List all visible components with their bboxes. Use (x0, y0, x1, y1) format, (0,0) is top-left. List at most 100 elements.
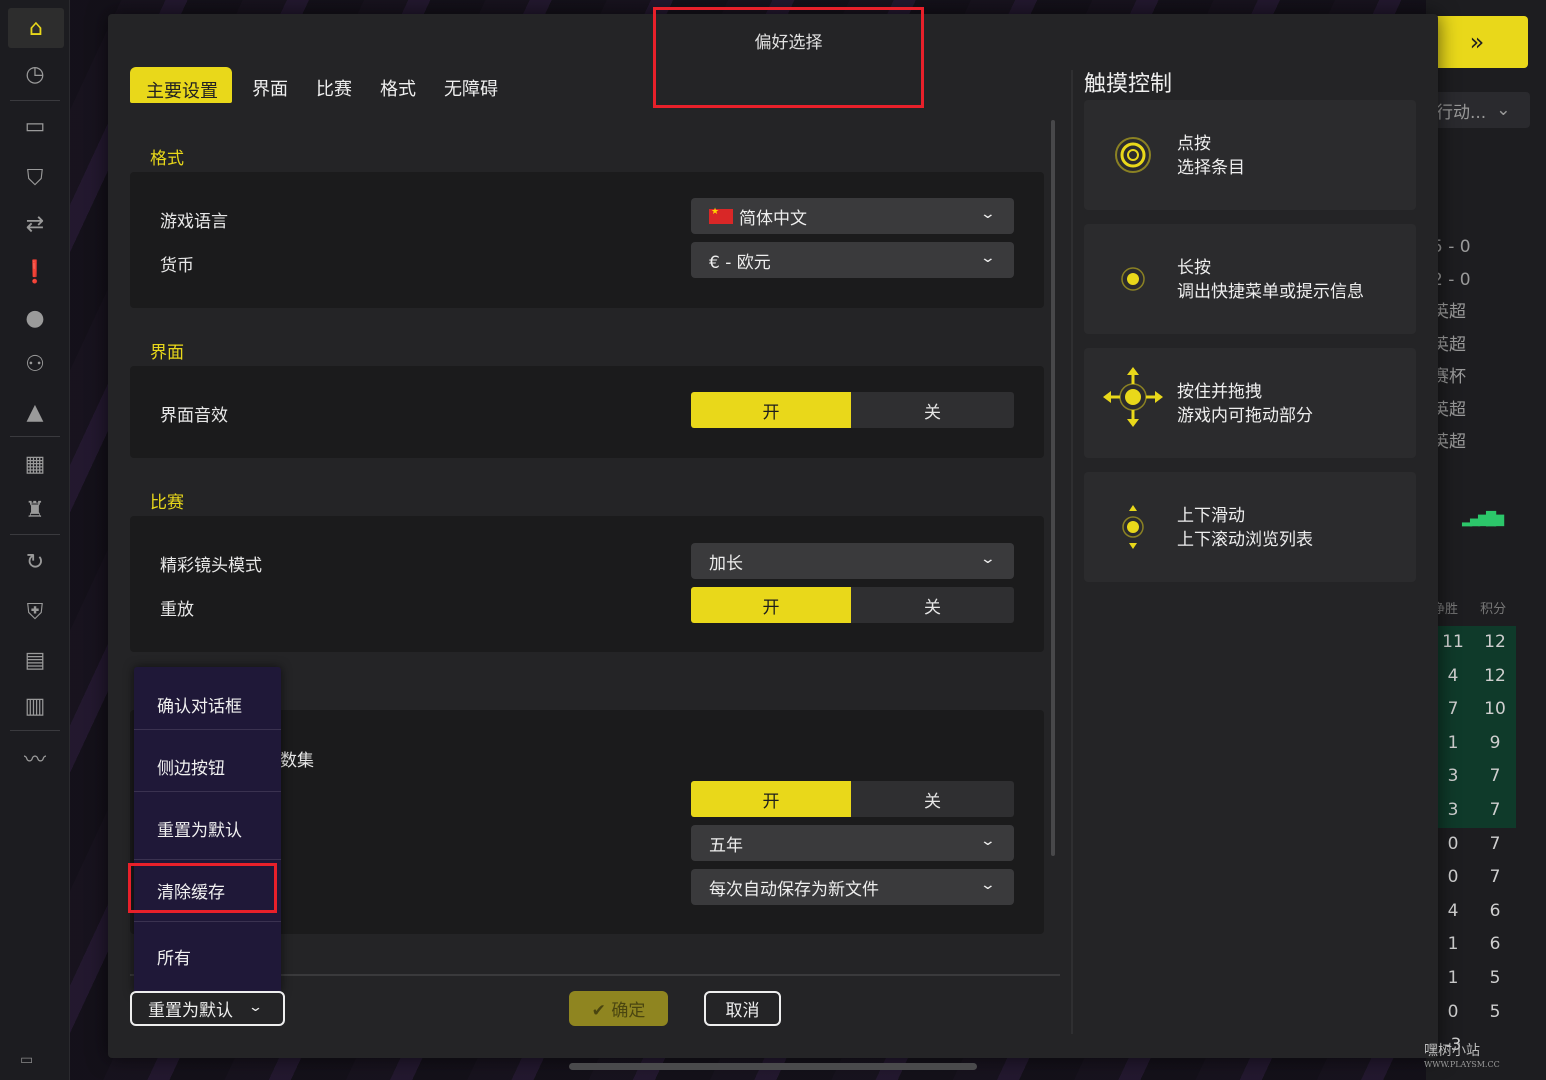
duration-dropdown[interactable]: 五年 ⌄ (691, 825, 1014, 861)
tactics-icon[interactable]: ▲ (15, 394, 55, 430)
chevron-down-icon: ⌄ (979, 206, 997, 222)
touch-item-desc: 游戏内可拖动部分 (1177, 406, 1313, 426)
action-dropdown[interactable]: 行动... ⌄ (1426, 92, 1530, 128)
refresh-icon[interactable]: ↻ (15, 544, 55, 580)
home-icon[interactable]: ⌂ (8, 8, 64, 48)
horizontal-scrollbar[interactable] (569, 1063, 977, 1070)
tab-main-settings[interactable]: 主要设置 (130, 67, 232, 103)
format-card (130, 172, 1044, 308)
toggle-off-button[interactable]: 关 (851, 587, 1014, 623)
table-row: 07 (1432, 828, 1516, 862)
touch-item-title: 按住并拖拽 (1177, 382, 1262, 402)
briefcase-icon[interactable]: ▤ (15, 642, 55, 678)
tab-match[interactable]: 比赛 (308, 67, 360, 103)
table-cell: 0 (1447, 867, 1459, 888)
replay-label: 重放 (160, 600, 194, 620)
money-icon[interactable]: ▥ (15, 688, 55, 724)
table-cell: 9 (1489, 732, 1501, 753)
chart-icon[interactable]: 〰 (15, 740, 55, 776)
tab-format[interactable]: 格式 (372, 67, 424, 103)
league-table: 11 12 4 12 7 10 1 9 3 7 3 7 0 7 0 7 4 6 1 6 1 5 0 5 -3 (1432, 626, 1516, 1063)
dialog-title: 偏好选择 (754, 33, 823, 53)
dialog-title-highlight: 偏好选择 (653, 7, 924, 108)
table-cell: 6 (1489, 900, 1501, 921)
table-row: 16 (1432, 928, 1516, 962)
touch-card-drag: 按住并拖拽 游戏内可拖动部分 (1084, 348, 1416, 458)
toggle-on-button[interactable]: 开 (691, 392, 851, 428)
chevron-down-icon: ⌄ (979, 833, 997, 849)
menu-item-reset-default[interactable]: 重置为默认 (157, 816, 242, 841)
shield-icon[interactable]: ⛨ (15, 594, 55, 630)
section-title-format: 格式 (150, 149, 184, 169)
menu-item-side-buttons[interactable]: 侧边按钮 (157, 754, 225, 779)
touch-item-title: 点按 (1177, 134, 1211, 154)
table-row: 4 12 (1432, 659, 1516, 694)
rail-divider (10, 730, 60, 731)
table-cell: 1 (1447, 732, 1459, 753)
list-item: 英超 (1432, 399, 1466, 420)
toggle-off-button[interactable]: 关 (851, 392, 1014, 428)
device-icon: ▭ (20, 1052, 34, 1068)
replay-toggle: 开 关 (691, 587, 1014, 623)
duration-value: 五年 (709, 835, 743, 856)
calendar-icon[interactable]: ▦ (15, 446, 55, 482)
menu-divider (134, 729, 281, 730)
section-title-interface: 界面 (150, 343, 184, 363)
autosave-dropdown[interactable]: 每次自动保存为新文件 ⌄ (691, 869, 1014, 905)
table-row: 05 (1432, 996, 1516, 1030)
settings-scrollbar[interactable] (1051, 120, 1055, 856)
info-icon[interactable]: ❗ (15, 254, 55, 290)
chevron-down-icon: ⌄ (1496, 100, 1511, 120)
interface-sound-label: 界面音效 (160, 406, 228, 426)
confirm-button[interactable]: ✔ 确定 (569, 991, 668, 1026)
menu-item-all[interactable]: 所有 (157, 944, 191, 969)
watermark-text: 嘿树小站 (1424, 1043, 1480, 1059)
table-cell: 7 (1489, 833, 1501, 854)
touch-item-title: 长按 (1177, 258, 1211, 278)
clock-icon[interactable]: ◷ (15, 56, 55, 92)
tab-bar: 主要设置 界面 比赛 格式 无障碍 (130, 66, 518, 104)
toggle-off-button[interactable]: 关 (851, 781, 1014, 817)
table-cell: 7 (1447, 699, 1459, 720)
shirt-icon[interactable]: ⛉ (15, 160, 55, 196)
toggle-on-button[interactable]: 开 (691, 781, 851, 817)
cancel-button[interactable]: 取消 (704, 991, 781, 1026)
transfer-icon[interactable]: ⇄ (15, 206, 55, 242)
inbox-icon[interactable]: ▭ (15, 108, 55, 144)
ball-icon[interactable]: ● (15, 300, 55, 336)
double-chevron-icon: » (1469, 28, 1485, 56)
table-row: 46 (1432, 895, 1516, 929)
currency-dropdown[interactable]: € - 欧元 ⌄ (691, 242, 1014, 278)
table-cell: 6 (1489, 934, 1501, 955)
language-label: 游戏语言 (160, 212, 228, 232)
reset-options-menu: 确认对话框 侧边按钮 重置为默认 清除缓存 所有 (134, 667, 281, 993)
touch-card-swipe: 上下滑动 上下滚动浏览列表 (1084, 472, 1416, 582)
menu-item-confirm-dialogs[interactable]: 确认对话框 (157, 692, 242, 717)
trophy-icon[interactable]: ♜ (15, 492, 55, 528)
table-cell: 11 (1442, 632, 1464, 652)
left-nav-rail: ⌂ ◷ ▭ ⛉ ⇄ ❗ ● ⚇ ▲ ▦ ♜ ↻ ⛨ ▤ ▥ 〰 (0, 0, 70, 1080)
watermark-url: WWW.PLAYSM.CC (1424, 1060, 1500, 1069)
reset-default-button[interactable]: 重置为默认 ⌄ (130, 991, 285, 1026)
rail-divider (10, 436, 60, 437)
language-dropdown[interactable]: 简体中文 ⌄ (691, 198, 1014, 234)
table-cell: 1 (1447, 967, 1459, 988)
tab-interface[interactable]: 界面 (244, 67, 296, 103)
tab-accessibility[interactable]: 无障碍 (436, 67, 506, 103)
table-row: 19 (1432, 726, 1516, 761)
autosave-value: 每次自动保存为新文件 (709, 879, 879, 900)
list-item: 英超 (1432, 302, 1466, 322)
table-cell: 12 (1484, 665, 1506, 686)
touch-item-text: 长按 调出快捷菜单或提示信息 (1177, 256, 1364, 304)
table-cell: 7 (1489, 867, 1501, 888)
toggle-on-button[interactable]: 开 (691, 587, 851, 623)
results-list: 5 - 0 2 - 0 英超 英超 赛杯 英超 英超 (1432, 234, 1512, 462)
continue-button[interactable]: » (1426, 16, 1528, 68)
list-item: 英超 (1432, 432, 1466, 452)
table-cell: 7 (1489, 799, 1501, 820)
table-cell: 0 (1447, 1001, 1459, 1022)
currency-value: € - 欧元 (709, 252, 771, 273)
people-icon[interactable]: ⚇ (15, 346, 55, 382)
highlight-mode-dropdown[interactable]: 加长 ⌄ (691, 543, 1014, 579)
touch-item-desc: 调出快捷菜单或提示信息 (1177, 282, 1364, 302)
